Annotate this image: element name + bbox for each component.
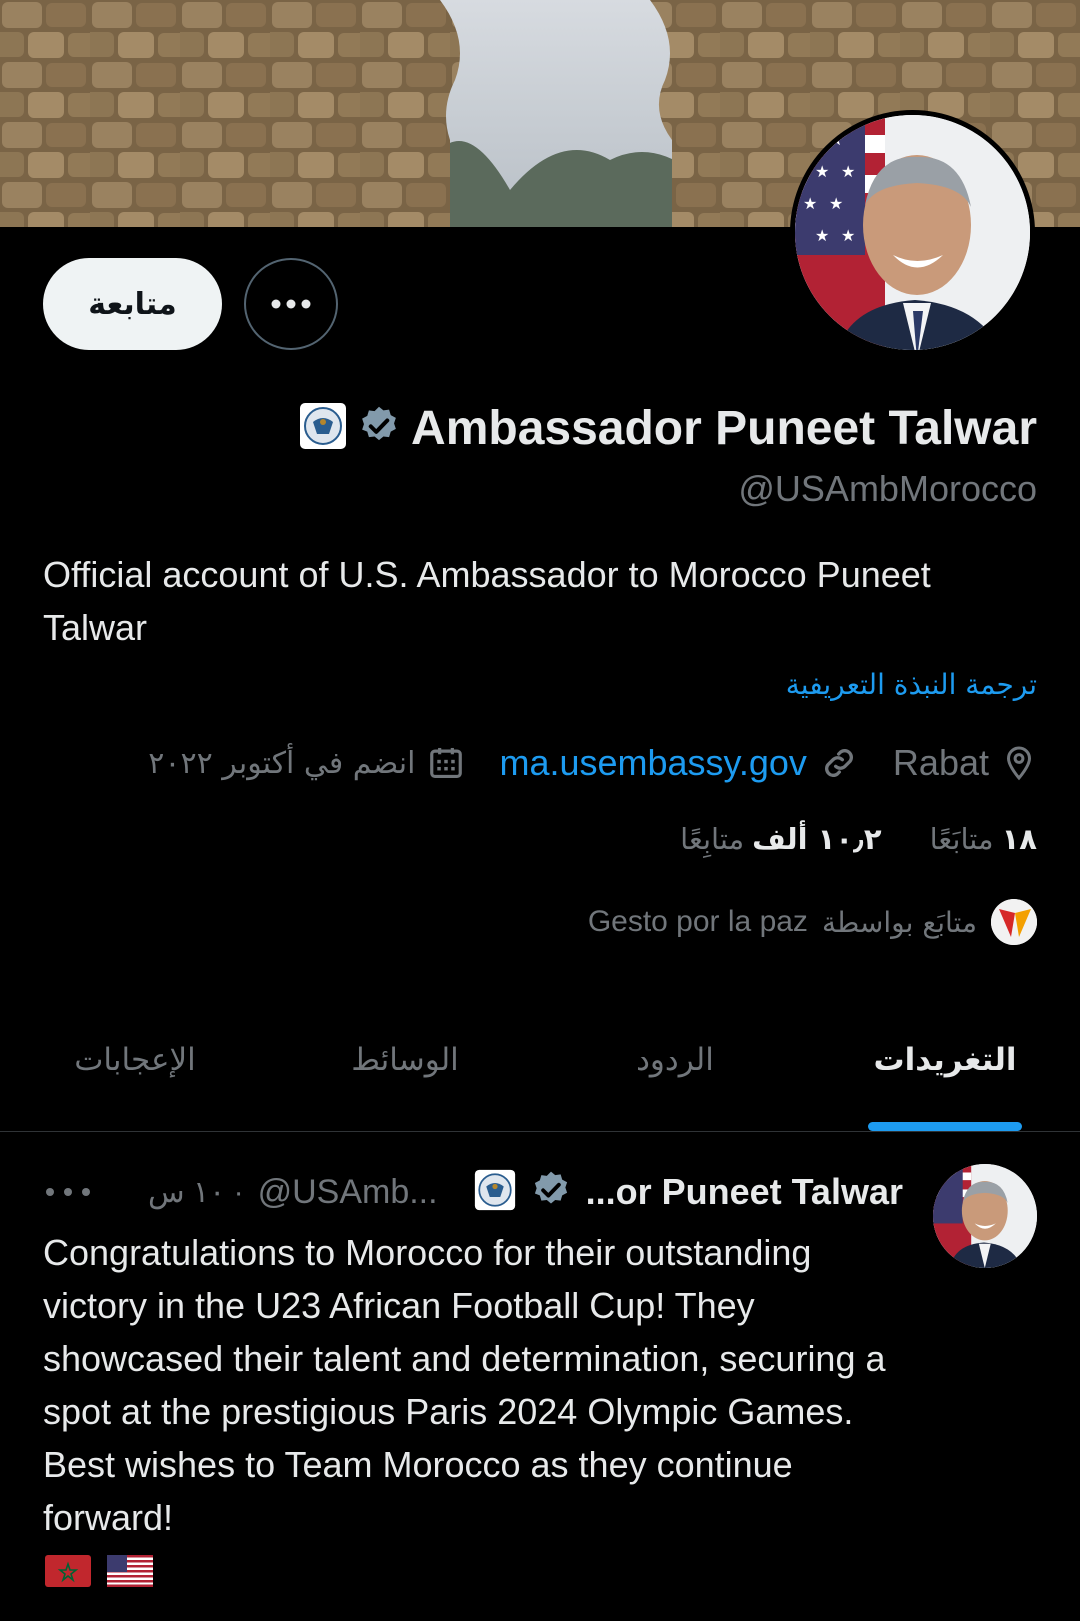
joined-text: انضم في أكتوبر ٢٠٢٢	[148, 745, 416, 781]
profile-avatar[interactable]: ★★ ★★ ★★ ★★	[790, 110, 1035, 355]
following-stat[interactable]: ١٨ متابَعًا	[930, 822, 1037, 866]
more-options-button[interactable]	[244, 258, 338, 350]
tweet-more-button[interactable]	[46, 1178, 90, 1206]
tab-tweets[interactable]: التغريدات	[810, 1020, 1080, 1131]
svg-text:★: ★	[815, 162, 829, 181]
dot	[46, 1188, 54, 1196]
following-count: ١٨	[1001, 822, 1037, 856]
link-icon	[824, 749, 853, 777]
usa-flag-icon	[107, 1555, 153, 1587]
following-label: متابَعًا	[929, 822, 994, 856]
tweet-flag-emojis	[45, 1555, 153, 1587]
followed-by-prefix: متابَع بواسطة	[821, 905, 977, 939]
affiliation-seal-icon[interactable]	[299, 402, 347, 454]
svg-text:★: ★	[803, 194, 817, 213]
profile-handle: @USAmbMorocco	[738, 468, 1037, 509]
follow-button[interactable]: متابعة	[43, 258, 222, 350]
dot	[82, 1188, 90, 1196]
profile-name-row: Ambassador Puneet Talwar	[299, 396, 1037, 460]
calendar-icon	[430, 747, 463, 779]
profile-meta-row: Rabat ma.usembassy.gov انضم في أكتوبر ٢٠…	[148, 738, 1037, 788]
joined-item: انضم في أكتوبر ٢٠٢٢	[148, 744, 465, 782]
display-name: Ambassador Puneet Talwar	[411, 401, 1037, 455]
website-item[interactable]: ma.usembassy.gov	[499, 742, 858, 784]
location-text: Rabat	[892, 742, 989, 783]
followers-count: ١٠٫٢ ألف	[752, 822, 882, 856]
tab-likes[interactable]: الإعجابات	[0, 1020, 270, 1131]
svg-text:★: ★	[841, 226, 855, 245]
verified-badge-icon[interactable]	[530, 1169, 572, 1216]
followers-label: متابِعًا	[680, 822, 745, 856]
verified-badge-icon[interactable]	[357, 404, 401, 452]
location-pin-icon	[1006, 746, 1032, 781]
website-link[interactable]: ma.usembassy.gov	[499, 742, 806, 784]
location-item: Rabat	[893, 742, 1037, 784]
followed-by-row[interactable]: متابَع بواسطة Gesto por la paz	[588, 898, 1037, 946]
tweet-time[interactable]: ١٠ س ·	[148, 1175, 244, 1210]
followers-stat[interactable]: ١٠٫٢ ألف متابِعًا	[680, 822, 881, 866]
tweet-header: ١٠ س · @USAmb... ...or Puneet Talwar	[148, 1166, 903, 1218]
tab-media[interactable]: الوسائط	[270, 1020, 540, 1131]
tweet-author-name[interactable]: ...or Puneet Talwar	[586, 1171, 903, 1213]
follower-avatar	[991, 899, 1037, 945]
affiliation-seal-icon[interactable]	[474, 1169, 516, 1216]
profile-bio: Official account of U.S. Ambassador to M…	[43, 554, 931, 648]
profile-tabs: التغريدات الردود الوسائط الإعجابات	[0, 1020, 1080, 1132]
translate-bio-link[interactable]: ترجمة النبذة التعريفية	[786, 668, 1037, 701]
svg-text:★: ★	[815, 226, 829, 245]
tweet-author-avatar[interactable]	[933, 1164, 1037, 1268]
followed-by-name: Gesto por la paz	[587, 905, 808, 938]
more-dots-icon	[271, 299, 311, 309]
profile-stats: ١٨ متابَعًا ١٠٫٢ ألف متابِعًا	[680, 822, 1037, 866]
tweet-text: Congratulations to Morocco for their out…	[43, 1232, 886, 1538]
morocco-flag-icon	[45, 1555, 91, 1587]
svg-text:★: ★	[829, 194, 843, 213]
svg-text:★: ★	[841, 162, 855, 181]
dot	[64, 1188, 72, 1196]
tweet-handle[interactable]: @USAmb...	[258, 1173, 438, 1212]
tab-replies[interactable]: الردود	[540, 1020, 810, 1131]
